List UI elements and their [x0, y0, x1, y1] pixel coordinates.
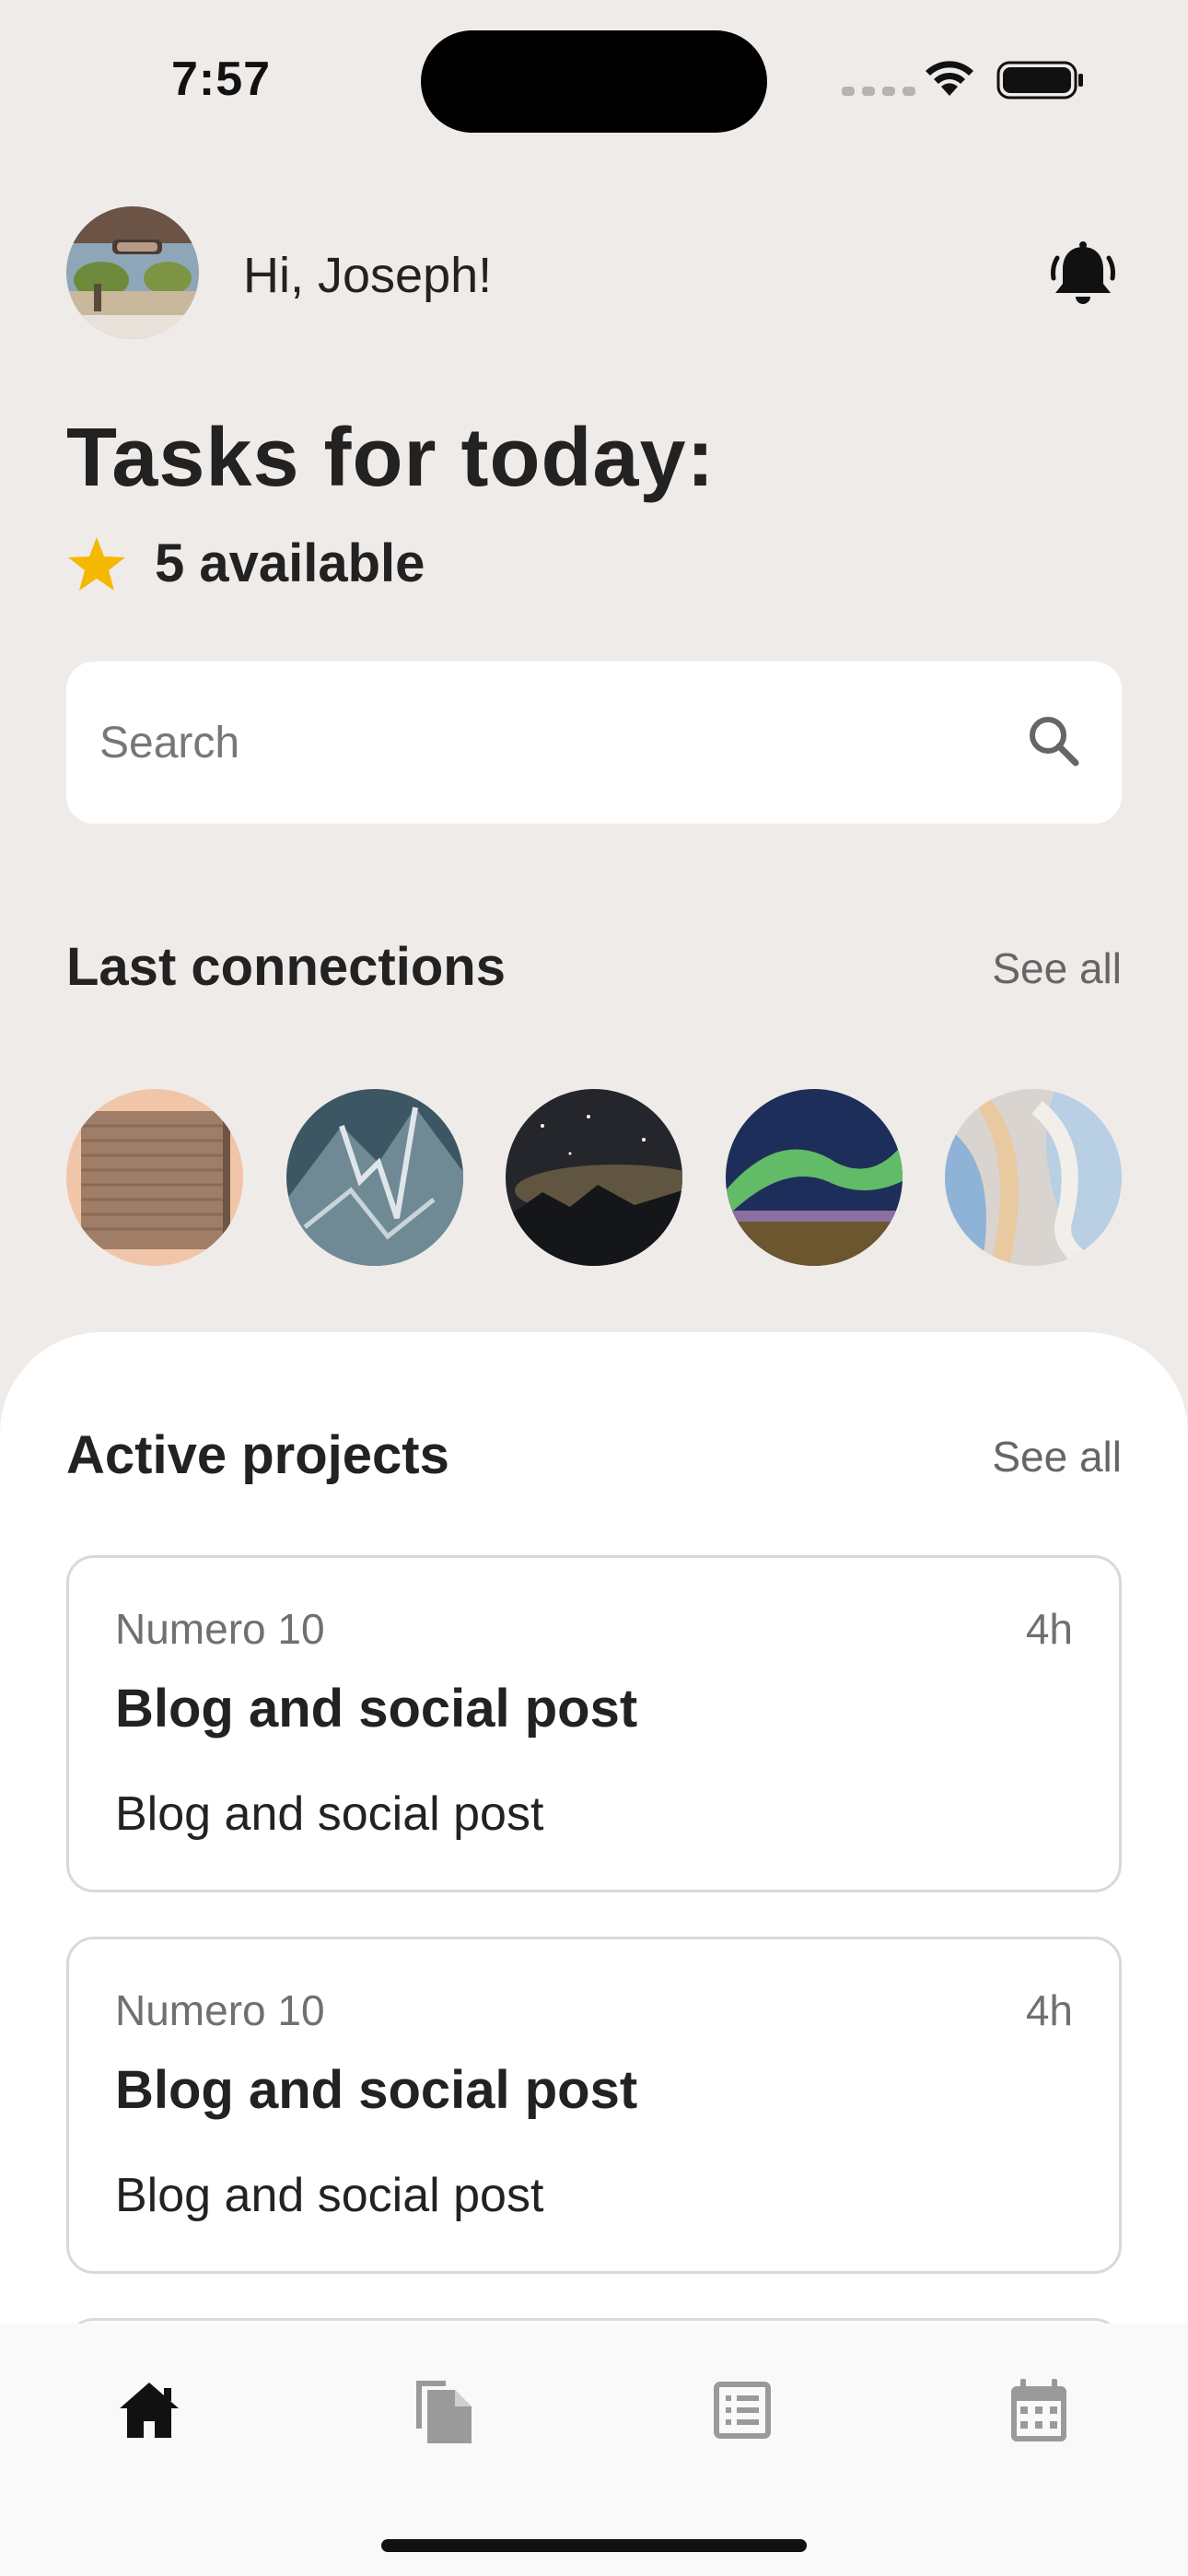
connections-see-all-link[interactable]: See all [992, 943, 1122, 993]
home-indicator [381, 2539, 807, 2552]
available-text: 5 available [155, 533, 425, 593]
search-bar[interactable] [66, 662, 1122, 824]
list-icon[interactable] [705, 2373, 779, 2447]
active-projects-title: Active projects [66, 1425, 449, 1485]
project-hours: 4h [1025, 1605, 1073, 1653]
page-title: Tasks for today: [66, 412, 716, 504]
last-connections-title: Last connections [66, 937, 506, 997]
star-icon [68, 536, 125, 591]
connection-avatar[interactable] [285, 1089, 463, 1266]
home-screen: 7:57 Hi, Joseph! Tasks for today: 5 avai… [0, 0, 1188, 2576]
documents-icon[interactable] [407, 2373, 481, 2447]
project-hours: 4h [1025, 1986, 1073, 2034]
projects-see-all-link[interactable]: See all [992, 1432, 1122, 1481]
connection-avatar[interactable] [506, 1089, 682, 1266]
search-icon[interactable] [1024, 711, 1083, 770]
project-client: Numero 10 [115, 1986, 325, 2034]
status-bar: 7:57 [0, 0, 1188, 157]
greeting-text: Hi, Joseph! [243, 248, 493, 303]
status-time: 7:57 [171, 53, 272, 106]
project-card[interactable]: Numero 10 4h Blog and social post Blog a… [66, 1937, 1122, 2274]
connection-avatar[interactable] [945, 1089, 1122, 1266]
user-avatar[interactable] [66, 206, 199, 339]
calendar-icon[interactable] [1002, 2373, 1076, 2447]
project-card[interactable]: Numero 10 4h Blog and social post Blog a… [66, 1555, 1122, 1892]
bell-icon[interactable] [1046, 238, 1120, 311]
dynamic-island [421, 30, 767, 133]
project-name: Blog and social post [115, 1679, 638, 1739]
project-description: Blog and social post [115, 2169, 544, 2222]
connections-list [66, 1089, 1122, 1266]
search-input[interactable] [99, 698, 1002, 787]
wifi-icon [926, 61, 973, 96]
battery-icon [996, 61, 1083, 100]
home-icon[interactable] [112, 2373, 186, 2447]
project-description: Blog and social post [115, 1787, 544, 1841]
available-count: 5 available [66, 533, 425, 594]
connection-avatar[interactable] [725, 1089, 903, 1266]
tab-bar [0, 2324, 1188, 2576]
connection-avatar[interactable] [66, 1089, 243, 1266]
project-client: Numero 10 [115, 1605, 325, 1653]
project-name: Blog and social post [115, 2060, 638, 2120]
cellular-signal-icon [842, 87, 915, 96]
